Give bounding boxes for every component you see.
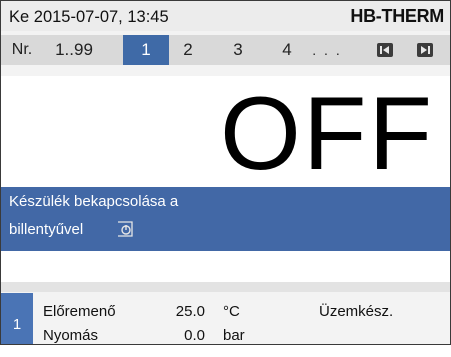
operating-status: Üzemkész. bbox=[319, 303, 394, 320]
header-bar: Ke 2015-07-07, 13:45 HB-THERM bbox=[1, 1, 450, 31]
tab-unit-4[interactable]: 4 bbox=[272, 35, 302, 65]
tab-unit-2[interactable]: 2 bbox=[173, 35, 203, 65]
tab-nr-label: Nr. bbox=[11, 41, 33, 58]
pressure-label: Nyomás bbox=[43, 327, 99, 344]
tab-more[interactable]: . . . bbox=[304, 35, 350, 65]
message-line-1: Készülék bekapcsolása a bbox=[9, 193, 179, 210]
message-line-2: billentyűvel bbox=[9, 221, 84, 238]
instruction-message: Készülék bekapcsolása a billentyűvel bbox=[1, 187, 450, 251]
power-key-icon bbox=[118, 221, 133, 237]
machine-state: OFF bbox=[220, 76, 434, 192]
tab-unit-3[interactable]: 3 bbox=[223, 35, 253, 65]
flow-temp-unit: °C bbox=[223, 303, 240, 320]
status-panel: OFF Készülék bekapcsolása a billentyűvel bbox=[1, 76, 450, 288]
unit-tab-bar: Nr. 1..99 1 2 3 4 . . . bbox=[1, 35, 450, 65]
flow-temp-label: Előremenő bbox=[43, 303, 116, 320]
pressure-unit: bar bbox=[223, 327, 245, 344]
brand-logo: HB-THERM bbox=[350, 6, 444, 26]
page-next-icon[interactable] bbox=[417, 43, 433, 57]
device-screen: Ke 2015-07-07, 13:45 HB-THERM Nr. 1..99 … bbox=[0, 0, 451, 345]
unit-number-badge: 1 bbox=[1, 293, 33, 344]
status-footer: 1 Előremenő 25.0 °C Nyomás 0.0 bar Üzemk… bbox=[1, 293, 450, 344]
page-prev-icon[interactable] bbox=[377, 43, 393, 57]
tab-unit-1[interactable]: 1 bbox=[123, 35, 169, 65]
divider bbox=[1, 282, 450, 292]
tab-range[interactable]: 1..99 bbox=[43, 35, 105, 65]
flow-temp-value: 25.0 bbox=[175, 303, 205, 320]
datetime-display: Ke 2015-07-07, 13:45 bbox=[9, 8, 169, 26]
pressure-value: 0.0 bbox=[184, 327, 205, 344]
